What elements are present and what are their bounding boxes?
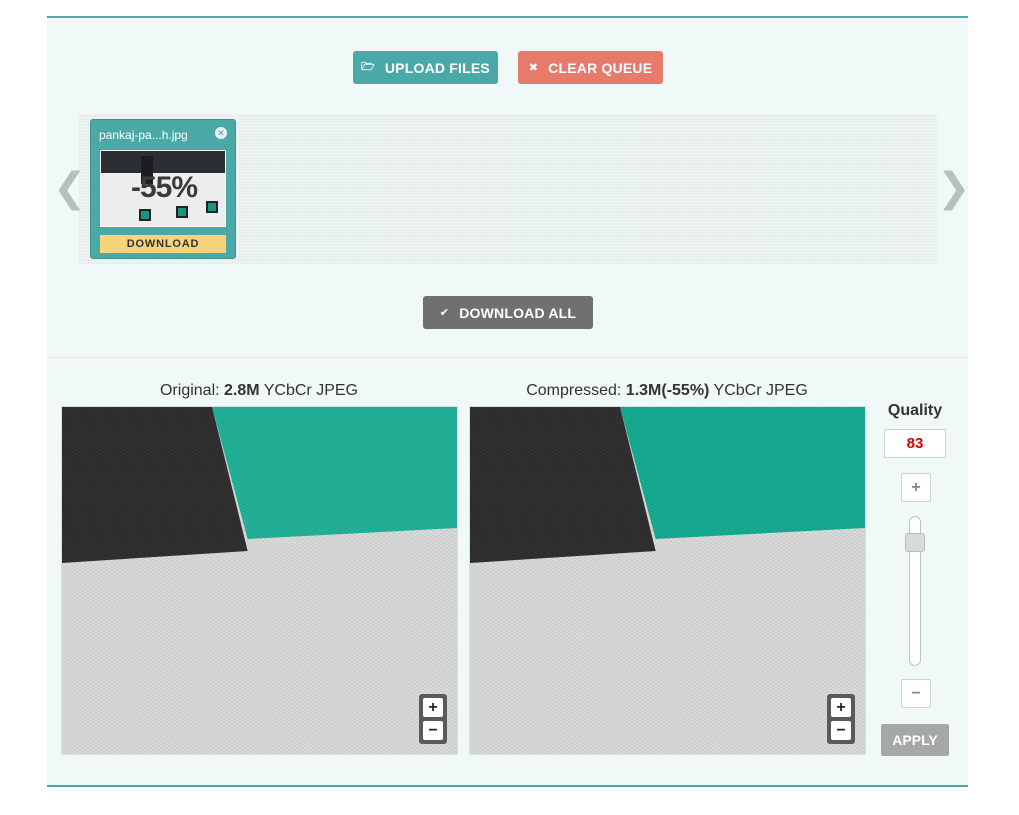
quality-slider-handle[interactable] (905, 533, 925, 552)
quality-increase-button[interactable]: + (901, 473, 931, 502)
queue-next-arrow-icon[interactable]: ❯ (937, 168, 971, 208)
original-caption: Original: 2.8M YCbCr JPEG (61, 382, 457, 400)
queue-file-card[interactable]: pankaj-pa...h.jpg ✕ -55% DOWNLOAD (90, 119, 236, 259)
folder-open-icon: 🗁 (361, 61, 375, 73)
section-divider (47, 357, 968, 358)
quality-label: Quality (887, 402, 943, 419)
upload-files-button[interactable]: 🗁 UPLOAD FILES (353, 51, 498, 84)
zoom-out-button[interactable]: − (831, 721, 851, 740)
quality-input[interactable]: 83 (884, 429, 946, 458)
file-name: pankaj-pa...h.jpg (99, 128, 188, 142)
clear-queue-label: CLEAR QUEUE (548, 59, 653, 76)
original-format: YCbCr JPEG (259, 382, 358, 399)
thumbnail-percent: -55% (130, 171, 198, 204)
clear-queue-button[interactable]: ✖ CLEAR QUEUE (518, 51, 663, 84)
compressor-panel: 🗁 UPLOAD FILES ✖ CLEAR QUEUE ❮ ❯ pankaj-… (47, 16, 971, 787)
compressed-caption-prefix: Compressed: (526, 382, 626, 399)
zoom-in-button[interactable]: + (831, 698, 851, 717)
compressed-format: YCbCr JPEG (709, 382, 808, 399)
upload-files-label: UPLOAD FILES (384, 59, 490, 76)
original-zoom-controls: + − (419, 694, 447, 744)
file-download-button[interactable]: DOWNLOAD (100, 235, 226, 253)
download-all-button[interactable]: ✔ DOWNLOAD ALL (423, 296, 593, 329)
compressed-zoom-controls: + − (827, 694, 855, 744)
original-size: 2.8M (224, 382, 260, 399)
download-all-label: DOWNLOAD ALL (459, 304, 577, 321)
thumbnail-header-band (101, 151, 225, 173)
apply-quality-button[interactable]: APPLY (881, 724, 949, 756)
thumbnail-decor-square (176, 206, 188, 218)
remove-file-icon[interactable]: ✕ (215, 127, 227, 139)
thumbnail-decor-square (139, 209, 151, 221)
compressed-size: 1.3M(-55%) (625, 382, 710, 399)
close-icon: ✖ (528, 62, 539, 74)
thumbnail-decor-square (206, 201, 218, 213)
compressed-image-preview[interactable]: + − (469, 406, 866, 755)
original-image-preview[interactable]: + − (61, 406, 458, 755)
zoom-in-button[interactable]: + (423, 698, 443, 717)
zoom-out-button[interactable]: − (423, 721, 443, 740)
queue-prev-arrow-icon[interactable]: ❮ (53, 168, 87, 208)
checkmark-icon: ✔ (439, 307, 450, 319)
file-thumbnail: -55% (100, 150, 226, 227)
compressed-caption: Compressed: 1.3M(-55%) YCbCr JPEG (469, 382, 865, 400)
original-caption-prefix: Original: (159, 382, 225, 399)
quality-decrease-button[interactable]: − (901, 679, 931, 708)
